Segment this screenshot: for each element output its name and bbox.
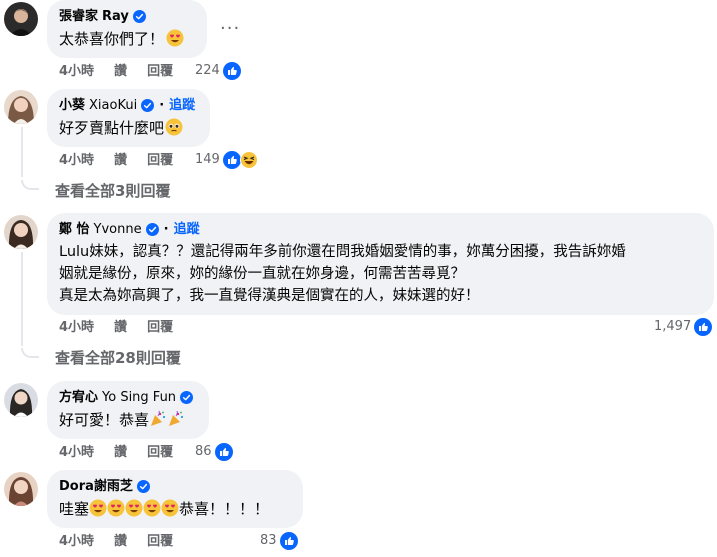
- like-reaction-icon: [279, 532, 298, 550]
- heart-eyes-emoji-icon: [89, 499, 107, 517]
- pleading-face-emoji-icon: [165, 118, 183, 136]
- comment-bubble: 小葵 XiaoKui · 追蹤 好歹賣點什麼吧: [47, 89, 210, 147]
- commenter-name[interactable]: 方宥心: [59, 389, 98, 406]
- timestamp[interactable]: 4小時: [59, 445, 94, 461]
- reply-button[interactable]: 回覆: [147, 64, 173, 80]
- timestamp[interactable]: 4小時: [59, 153, 94, 169]
- reaction-count[interactable]: 149: [195, 150, 258, 170]
- reaction-count[interactable]: 86: [195, 442, 233, 462]
- like-reaction-icon: [222, 62, 241, 80]
- thread-corner: [21, 348, 39, 358]
- comment-bubble: 方宥心 Yo Sing Fun 好可愛！恭喜: [47, 381, 209, 439]
- heart-eyes-emoji-icon: [125, 499, 143, 517]
- commenter-name-en[interactable]: XiaoKui: [89, 97, 137, 114]
- like-reaction-icon: [694, 318, 713, 336]
- like-reaction-icon: [222, 151, 241, 169]
- reaction-number: 1,497: [654, 319, 692, 334]
- commenter-name[interactable]: 鄭 怡: [59, 221, 90, 238]
- like-reaction-icon: [214, 443, 233, 461]
- reply-button[interactable]: 回覆: [147, 445, 173, 461]
- reaction-number: 224: [195, 63, 220, 78]
- comment-actions: 4小時 讚 回覆: [59, 153, 173, 169]
- like-button[interactable]: 讚: [114, 320, 127, 336]
- thread-line: [21, 127, 23, 177]
- view-replies-link[interactable]: 查看全部28則回覆: [55, 348, 181, 368]
- like-button[interactable]: 讚: [114, 534, 127, 550]
- reaction-number: 86: [195, 444, 212, 459]
- follow-button[interactable]: 追蹤: [174, 221, 200, 238]
- thread-line: [21, 252, 23, 346]
- comment-text-line: 真是太為妳高興了，我一直覺得漢典是個實在的人，妹妹選的好！: [59, 288, 480, 304]
- verified-badge-icon: [180, 391, 194, 404]
- verified-badge-icon: [132, 10, 146, 23]
- haha-reaction-icon: [239, 151, 258, 169]
- like-button[interactable]: 讚: [114, 153, 127, 169]
- reply-button[interactable]: 回覆: [147, 320, 173, 336]
- timestamp[interactable]: 4小時: [59, 320, 94, 336]
- heart-eyes-emoji-icon: [107, 499, 125, 517]
- timestamp[interactable]: 4小時: [59, 534, 94, 550]
- reply-button[interactable]: 回覆: [147, 153, 173, 169]
- avatar[interactable]: [4, 472, 38, 506]
- comment-bubble: Dora謝雨芝 哇塞 恭喜！！！！: [47, 470, 303, 528]
- commenter-name[interactable]: Dora謝雨芝: [59, 478, 133, 495]
- reaction-count[interactable]: 1,497: [654, 317, 713, 337]
- comment-text: 好可愛！恭喜: [59, 411, 150, 429]
- comment-text: 恭喜！！！！: [179, 500, 270, 518]
- avatar[interactable]: [4, 383, 38, 417]
- separator-dot: ·: [163, 222, 169, 237]
- reaction-count[interactable]: 83: [260, 531, 298, 551]
- avatar[interactable]: [4, 2, 38, 36]
- comment-text: 哇塞: [59, 500, 90, 518]
- view-replies-link[interactable]: 查看全部3則回覆: [55, 181, 170, 201]
- comment-actions: 4小時 讚 回覆: [59, 445, 173, 461]
- verified-badge-icon: [141, 99, 155, 112]
- verified-badge-icon: [145, 223, 159, 236]
- reaction-count[interactable]: 224: [195, 61, 241, 81]
- comment-actions: 4小時 讚 回覆: [59, 534, 173, 550]
- follow-button[interactable]: 追蹤: [169, 97, 195, 114]
- heart-eyes-emoji-icon: [166, 29, 184, 47]
- reply-button[interactable]: 回覆: [147, 534, 173, 550]
- commenter-name-en[interactable]: Ray: [102, 8, 129, 25]
- party-popper-emoji-icon: [167, 410, 185, 428]
- timestamp[interactable]: 4小時: [59, 64, 94, 80]
- comment-text-line: 姻就是緣份，原來，妳的緣份一直就在妳身邊，何需苦苦尋覓？: [59, 266, 465, 282]
- commenter-name-en[interactable]: Yvonne: [94, 221, 142, 238]
- commenter-name[interactable]: 張睿家: [59, 8, 98, 25]
- comment-actions: 4小時 讚 回覆: [59, 320, 173, 336]
- comment-bubble: 張睿家 Ray 太恭喜你們了！: [47, 0, 207, 58]
- thread-corner: [21, 180, 39, 190]
- reaction-number: 149: [195, 152, 220, 167]
- verified-badge-icon: [136, 480, 150, 493]
- separator-dot: ·: [159, 98, 165, 113]
- comment-text: 太恭喜你們了！: [59, 30, 165, 48]
- like-button[interactable]: 讚: [114, 64, 127, 80]
- more-options-button[interactable]: ···: [220, 20, 240, 38]
- reaction-number: 83: [260, 533, 277, 548]
- comment-bubble: 鄭 怡 Yvonne · 追蹤 Lulu妹妹，認真？？還記得兩年多前你還在問我婚…: [47, 213, 714, 315]
- heart-eyes-emoji-icon: [143, 499, 161, 517]
- comment-text-line: Lulu妹妹，認真？？還記得兩年多前你還在問我婚姻愛情的事，妳萬分困擾，我告訴妳…: [59, 244, 626, 260]
- commenter-name[interactable]: 小葵: [59, 97, 85, 114]
- comment-text: 好歹賣點什麼吧: [59, 119, 165, 137]
- avatar[interactable]: [4, 90, 38, 124]
- party-popper-emoji-icon: [149, 410, 167, 428]
- commenter-name-en[interactable]: Yo Sing Fun: [102, 389, 176, 406]
- comment-actions: 4小時 讚 回覆: [59, 64, 173, 80]
- avatar[interactable]: [4, 215, 38, 249]
- heart-eyes-emoji-icon: [161, 499, 179, 517]
- like-button[interactable]: 讚: [114, 445, 127, 461]
